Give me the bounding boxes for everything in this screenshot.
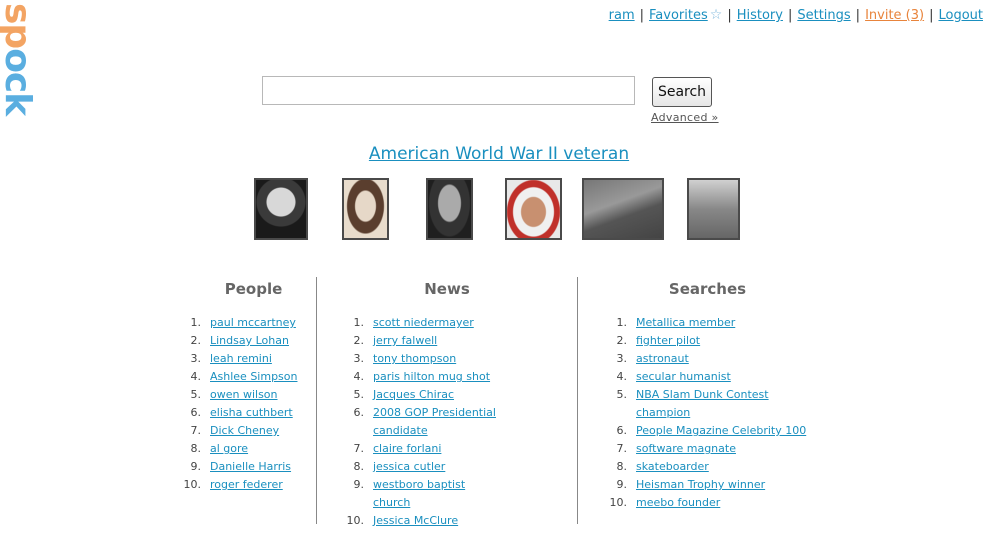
search-input[interactable] [262,76,635,105]
list-item: 9. Heisman Trophy winner [616,478,766,491]
person-photo-5[interactable] [582,178,664,240]
news-link[interactable]: tony thompson [373,352,456,365]
list-item: 5. Jacques Chirac [353,388,455,401]
search-link[interactable]: Metallica member [636,316,735,329]
list-item: 9. Danielle Harris [190,460,292,473]
list-item: 10. roger federer [183,478,283,491]
list-item: 3. leah remini [190,352,272,365]
nav-separator: | [727,8,732,23]
people-column: People 1. paul mccartney 2. Lindsay Lohan … [174,277,315,524]
list-item: 2. fighter pilot [616,334,701,347]
list-item: 9. westboro baptist church [353,478,466,509]
list-item: 8. skateboarder [616,460,709,473]
people-link[interactable]: paul mccartney [210,316,296,329]
people-link[interactable]: elisha cuthbert [210,406,293,419]
list-item: 3. astronaut [616,352,689,365]
people-link[interactable]: leah remini [210,352,272,365]
list-item: 1. scott niedermayer [353,316,474,329]
star-icon[interactable]: ☆ [710,7,723,23]
list-item: 2. Lindsay Lohan [190,334,289,347]
user-link[interactable]: ram [609,8,635,23]
logout-link[interactable]: Logout [938,8,983,23]
news-link[interactable]: claire forlani [373,442,441,455]
search-button[interactable]: Search [652,77,712,107]
news-link[interactable]: paris hilton mug shot [373,370,490,383]
list-item: 5. owen wilson [190,388,278,401]
list-item: 2. jerry falwell [353,334,438,347]
news-link[interactable]: jerry falwell [373,334,437,347]
list-item: 1. paul mccartney [190,316,296,329]
search-link[interactable]: meebo founder [636,496,720,509]
people-link[interactable]: al gore [210,442,248,455]
list-item: 6. 2008 GOP Presidential candidate [353,406,496,437]
featured-search-title[interactable]: American World War II veteran [0,144,996,164]
list-item: 10. Jessica McClure [346,514,459,527]
people-link[interactable]: Danielle Harris [210,460,291,473]
invite-link[interactable]: Invite (3) [865,8,924,23]
list-item: 6. elisha cuthbert [190,406,293,419]
searches-title: Searches [668,280,747,298]
news-list: 1. scott niedermayer 2. jerry falwell 3. to… [343,314,503,530]
favorites-link[interactable]: Favorites [649,8,708,23]
people-link[interactable]: Ashlee Simpson [210,370,297,383]
search-link[interactable]: NBA Slam Dunk Contest champion [636,388,769,419]
list-item: 10. meebo founder [609,496,721,509]
person-photo-6[interactable] [687,178,740,240]
news-link[interactable]: jessica cutler [373,460,445,473]
list-item: 1. Metallica member [616,316,736,329]
news-link[interactable]: 2008 GOP Presidential candidate [373,406,496,437]
people-link[interactable]: Lindsay Lohan [210,334,289,347]
advanced-search-link[interactable]: Advanced » [651,111,719,124]
list-item: 8. al gore [190,442,249,455]
list-item: 8. jessica cutler [353,460,446,473]
nav-separator: | [639,8,645,23]
list-item: 7. claire forlani [353,442,442,455]
logo-part-2: ock [0,48,38,116]
people-title: People [224,280,283,298]
news-title: News [424,280,470,298]
logo-part-1: sp [0,3,38,49]
search-link[interactable]: secular humanist [636,370,731,383]
spock-logo[interactable]: spock [0,3,38,116]
list-item: 4. paris hilton mug shot [353,370,491,383]
list-item: 4. secular humanist [616,370,731,383]
search-link[interactable]: skateboarder [636,460,709,473]
person-photo-3[interactable] [426,178,473,240]
settings-link[interactable]: Settings [797,8,850,23]
list-item: 3. tony thompson [353,352,457,365]
list-item: 7. software magnate [616,442,736,455]
news-column: News 1. scott niedermayer 2. jerry falwell… [316,277,577,527]
searches-column: Searches 1. Metallica member 2. fighter pi… [577,277,837,524]
list-item: 4. Ashlee Simpson [190,370,298,383]
searches-list: 1. Metallica member 2. fighter pilot 3. ast… [606,314,826,512]
people-link[interactable]: Dick Cheney [210,424,279,437]
search-link[interactable]: fighter pilot [636,334,700,347]
list-item: 5. NBA Slam Dunk Contest champion [616,388,769,419]
news-link[interactable]: Jessica McClure [373,514,458,527]
list-item: 6. People Magazine Celebrity 100 [616,424,807,437]
news-link[interactable]: scott niedermayer [373,316,474,329]
people-link[interactable]: roger federer [210,478,283,491]
nav-separator: | [855,8,861,23]
person-photo-2[interactable] [342,178,389,240]
top-navigation: ram | Favorites ☆ | History | Settings | Invite (… [609,7,983,23]
search-link[interactable]: People Magazine Celebrity 100 [636,424,806,437]
search-link[interactable]: software magnate [636,442,736,455]
search-link[interactable]: astronaut [636,352,689,365]
news-link[interactable]: westboro baptist church [373,478,465,509]
person-photo-1[interactable] [254,178,308,240]
nav-separator: | [929,8,934,23]
news-link[interactable]: Jacques Chirac [373,388,454,401]
history-link[interactable]: History [737,8,783,23]
page: spock ram | Favorites ☆ | History | Settings | In… [0,0,996,538]
nav-separator: | [787,8,793,23]
list-item: 7. Dick Cheney [190,424,280,437]
person-photo-4[interactable] [505,178,562,240]
people-link[interactable]: owen wilson [210,388,278,401]
people-list: 1. paul mccartney 2. Lindsay Lohan 3. leah … [180,314,298,494]
search-link[interactable]: Heisman Trophy winner [636,478,765,491]
